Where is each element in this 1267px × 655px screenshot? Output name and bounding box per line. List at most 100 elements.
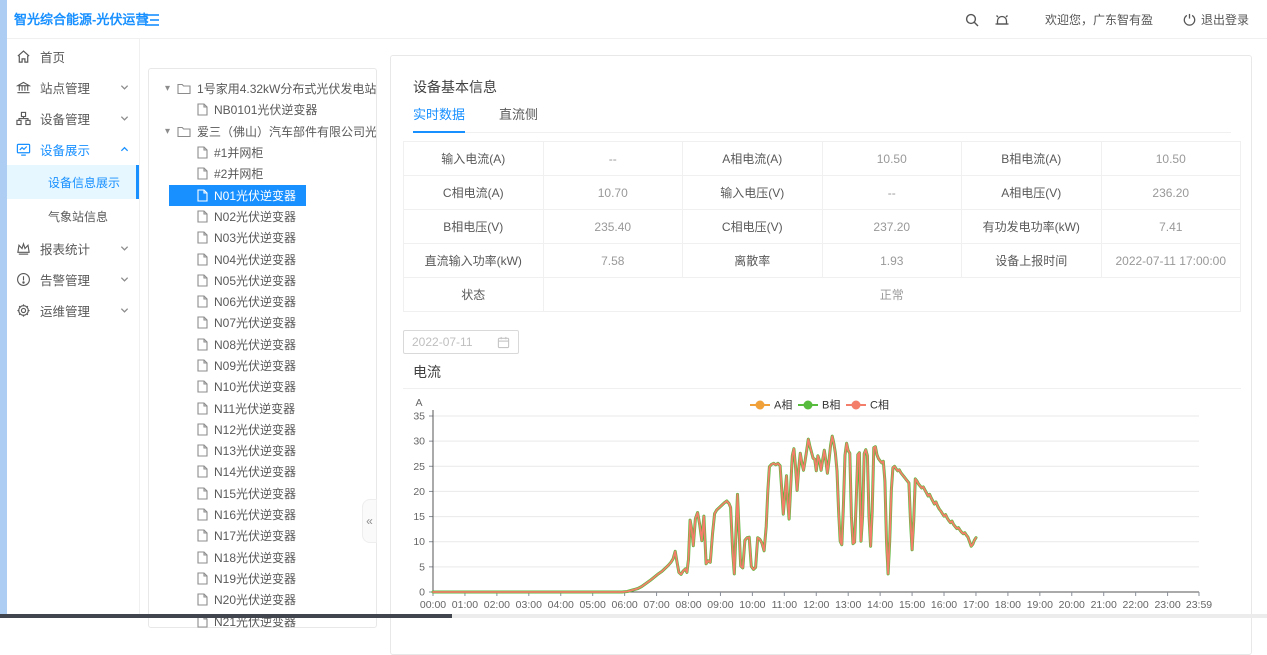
info-value: 236.20 xyxy=(1101,176,1241,210)
sidebar-item-站点管理[interactable]: 站点管理 xyxy=(0,72,139,103)
date-picker[interactable]: 2022-07-11 xyxy=(403,330,519,354)
tree-device-node[interactable]: N07光伏逆变器 xyxy=(149,312,376,333)
logout-button[interactable]: 退出登录 xyxy=(1183,11,1249,28)
tree-device-node[interactable]: N18光伏逆变器 xyxy=(149,547,376,568)
tree-device-label: N16光伏逆变器 xyxy=(214,506,296,523)
file-icon xyxy=(197,316,208,329)
sidebar-subitem-气象站信息[interactable]: 气象站信息 xyxy=(0,199,139,233)
file-icon xyxy=(197,444,208,457)
tree-device-node[interactable]: N15光伏逆变器 xyxy=(149,483,376,504)
x-tick-label: 17:00 xyxy=(963,599,989,611)
tree-device-node[interactable]: N02光伏逆变器 xyxy=(149,206,376,227)
legend-label: A相 xyxy=(774,399,792,412)
info-value: 237.20 xyxy=(822,210,962,244)
device-tree-panel: ▾1号家用4.32kW分布式光伏发电站 NB0101光伏逆变器 ▾爱三（佛山）汽车部… xyxy=(148,68,377,628)
tree-device-node[interactable]: N17光伏逆变器 xyxy=(149,525,376,546)
tree-device-node[interactable]: N12光伏逆变器 xyxy=(149,419,376,440)
sidebar-item-设备展示[interactable]: 设备展示 xyxy=(0,134,139,165)
tree-device-node[interactable]: N13光伏逆变器 xyxy=(149,440,376,461)
file-icon xyxy=(197,146,208,159)
tree-device-node[interactable]: N11光伏逆变器 xyxy=(149,397,376,418)
file-icon xyxy=(197,189,208,202)
y-axis-unit: A xyxy=(415,397,422,409)
x-tick-label: 13:00 xyxy=(835,599,861,611)
tree-device-node[interactable]: N05光伏逆变器 xyxy=(149,270,376,291)
info-label: 离散率 xyxy=(683,244,823,278)
tree-device-node[interactable]: N09光伏逆变器 xyxy=(149,355,376,376)
tree-device-node[interactable]: N04光伏逆变器 xyxy=(149,248,376,269)
tree-collapse-handle[interactable]: « xyxy=(362,499,377,543)
tree-device-node[interactable]: N08光伏逆变器 xyxy=(149,334,376,355)
tree-device-label: NB0101光伏逆变器 xyxy=(214,101,317,118)
horizontal-scrollbar-thumb[interactable] xyxy=(0,614,452,618)
folder-icon xyxy=(177,125,191,138)
tree-device-label: N13光伏逆变器 xyxy=(214,442,296,459)
caret-down-icon[interactable]: ▾ xyxy=(165,126,170,137)
info-label: B相电流(A) xyxy=(962,142,1102,176)
horizontal-scrollbar-track[interactable] xyxy=(0,614,1267,618)
table-row: B相电压(V)235.40C相电压(V)237.20有功发电功率(kW)7.41 xyxy=(404,210,1241,244)
y-tick-label: 30 xyxy=(413,436,425,448)
tree-device-node[interactable]: N06光伏逆变器 xyxy=(149,291,376,312)
search-icon[interactable] xyxy=(957,0,987,39)
alert-icon xyxy=(16,272,31,287)
tree-device-node[interactable]: N16光伏逆变器 xyxy=(149,504,376,525)
display-icon xyxy=(16,142,31,157)
tree-device-label: N19光伏逆变器 xyxy=(214,570,296,587)
tree-device-label: N01光伏逆变器 xyxy=(214,187,296,204)
x-tick-label: 11:00 xyxy=(772,599,798,611)
chevron-down-icon xyxy=(120,275,129,284)
file-icon xyxy=(197,529,208,542)
x-tick-label: 07:00 xyxy=(643,599,669,611)
tree-device-node[interactable]: N10光伏逆变器 xyxy=(149,376,376,397)
panel-title: 设备基本信息 xyxy=(413,77,497,97)
tree-device-node[interactable]: N20光伏逆变器 xyxy=(149,589,376,610)
x-tick-label: 21:00 xyxy=(1091,599,1117,611)
sidebar-item-label: 设备管理 xyxy=(40,109,90,128)
tree-device-node-selected[interactable]: N01光伏逆变器 xyxy=(149,184,376,205)
table-row: C相电流(A)10.70输入电压(V)--A相电压(V)236.20 xyxy=(404,176,1241,210)
info-value: 1.93 xyxy=(822,244,962,278)
info-value: 10.70 xyxy=(543,176,683,210)
info-label: B相电压(V) xyxy=(404,210,544,244)
sidebar-item-设备管理[interactable]: 设备管理 xyxy=(0,103,139,134)
sidebar-item-告警管理[interactable]: 告警管理 xyxy=(0,264,139,295)
sidebar-subitem-设备信息展示[interactable]: 设备信息展示 xyxy=(0,165,139,199)
chart-section-title: 电流 xyxy=(413,362,441,382)
tab-实时数据[interactable]: 实时数据 xyxy=(413,104,465,133)
y-tick-label: 5 xyxy=(419,561,425,573)
y-tick-label: 25 xyxy=(413,461,425,473)
file-icon xyxy=(197,231,208,244)
tree-device-node[interactable]: #2并网柜 xyxy=(149,163,376,184)
tree-device-label: N02光伏逆变器 xyxy=(214,208,296,225)
tree-station-node[interactable]: ▾1号家用4.32kW分布式光伏发电站 xyxy=(149,78,376,99)
file-icon xyxy=(197,402,208,415)
alarm-bell-icon[interactable] xyxy=(987,0,1017,39)
header-right: 欢迎您，广东智有盈 退出登录 xyxy=(957,0,1249,39)
info-label: 输入电压(V) xyxy=(683,176,823,210)
sidebar: 首页站点管理设备管理设备展示设备信息展示气象站信息报表统计告警管理运维管理 xyxy=(0,39,140,618)
tree-device-node[interactable]: NB0101光伏逆变器 xyxy=(149,99,376,120)
info-value: 2022-07-11 17:00:00 xyxy=(1101,244,1241,278)
tree-device-node[interactable]: N03光伏逆变器 xyxy=(149,227,376,248)
x-tick-label: 02:00 xyxy=(484,599,510,611)
sidebar-item-label: 设备展示 xyxy=(40,140,90,159)
tree-station-node[interactable]: ▾爱三（佛山）汽车部件有限公司光伏发 xyxy=(149,121,376,142)
series-line-C相 xyxy=(433,436,976,592)
sidebar-item-首页[interactable]: 首页 xyxy=(0,41,139,72)
tree-device-label: N15光伏逆变器 xyxy=(214,485,296,502)
menu-fold-icon[interactable] xyxy=(143,11,161,29)
caret-down-icon[interactable]: ▾ xyxy=(165,83,170,94)
tab-直流侧[interactable]: 直流侧 xyxy=(499,104,538,133)
tree-device-node[interactable]: N19光伏逆变器 xyxy=(149,568,376,589)
tree-device-node[interactable]: #1并网柜 xyxy=(149,142,376,163)
file-icon xyxy=(197,274,208,287)
file-icon xyxy=(197,593,208,606)
sidebar-item-报表统计[interactable]: 报表统计 xyxy=(0,233,139,264)
y-tick-label: 10 xyxy=(413,536,425,548)
file-icon xyxy=(197,103,208,116)
tree-device-label: N03光伏逆变器 xyxy=(214,229,296,246)
sidebar-item-运维管理[interactable]: 运维管理 xyxy=(0,295,139,326)
info-value: 235.40 xyxy=(543,210,683,244)
tree-device-node[interactable]: N14光伏逆变器 xyxy=(149,461,376,482)
